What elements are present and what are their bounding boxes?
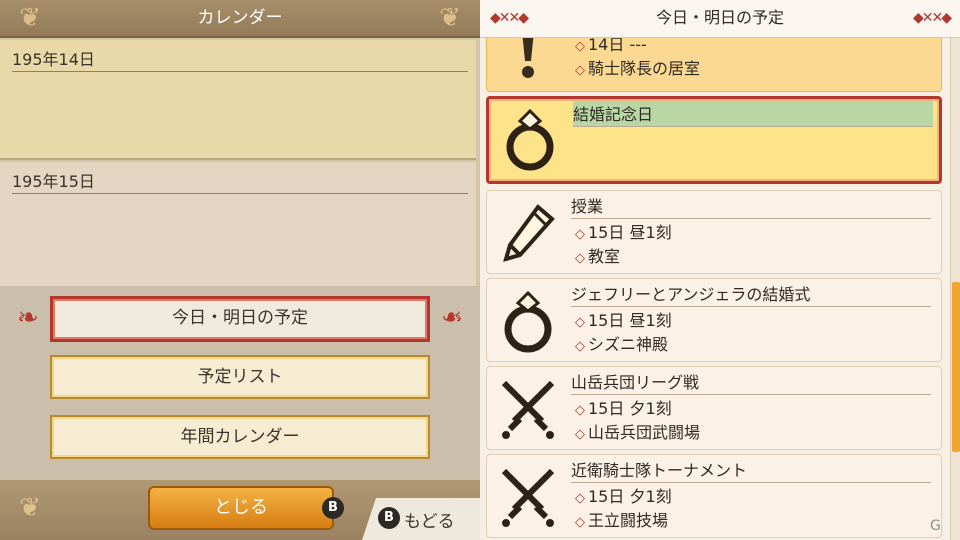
ornament-icon: ❦ [439, 3, 461, 33]
menu-schedule-list-button[interactable]: 予定リスト [50, 355, 430, 399]
list-item[interactable]: ◇ 14日 --- ◇ 騎士隊長の居室 [486, 38, 942, 92]
list-item[interactable]: 山岳兵団リーグ戦 ◇ 15日 夕1刻 ◇ 山岳兵団武闘場 [486, 366, 942, 450]
b-button-icon: B [378, 507, 400, 529]
close-button[interactable]: とじる [148, 486, 334, 530]
ornament-icon: ◆✕✕◆ [913, 10, 952, 26]
event-line: ◇ 15日 昼1刻 [575, 223, 672, 242]
event-title: 近衛騎士隊トーナメント [571, 457, 931, 483]
event-line: ◇ シズニ神殿 [575, 335, 669, 354]
event-line: ◇ 15日 夕1刻 [575, 487, 672, 506]
event-title: ジェフリーとアンジェラの結婚式 [571, 281, 931, 307]
flourish-icon: ❧ [17, 303, 39, 333]
list-item[interactable]: 近衛騎士隊トーナメント ◇ 15日 夕1刻 ◇ 王立闘技場 [486, 454, 942, 538]
event-line: ◇ 14日 --- [575, 38, 647, 54]
ring-icon [495, 287, 561, 357]
event-line: ◇ 王立闘技場 [575, 511, 669, 530]
day-date: 195年14日 [12, 46, 468, 72]
day-date: 195年15日 [12, 168, 468, 194]
event-line: ◇ 山岳兵団武闘場 [575, 423, 701, 442]
menu-annual-calendar-button[interactable]: 年間カレンダー [50, 415, 430, 459]
day-block-today: 195年14日 [0, 40, 476, 160]
menu-label: 今日・明日の予定 [172, 308, 308, 328]
ornament-icon: ◆✕✕◆ [490, 10, 529, 26]
event-title: 結婚記念日 [573, 101, 933, 127]
calendar-header: カレンダー [0, 0, 480, 38]
event-title: 授業 [571, 193, 931, 219]
crossed-swords-icon [495, 463, 561, 533]
list-item[interactable]: 結婚記念日 [486, 96, 942, 184]
list-item[interactable]: ジェフリーとアンジェラの結婚式 ◇ 15日 昼1刻 ◇ シズニ神殿 [486, 278, 942, 362]
scrollbar-thumb[interactable] [952, 282, 960, 452]
close-label: とじる [214, 497, 268, 518]
schedule-title: 今日・明日の予定 [655, 8, 784, 27]
day-block-tomorrow: 195年15日 [0, 162, 476, 286]
flourish-icon: ❧ [441, 303, 463, 333]
event-line: ◇ 騎士隊長の居室 [575, 59, 701, 78]
event-title: 山岳兵団リーグ戦 [571, 369, 931, 395]
ring-icon [497, 105, 563, 175]
back-label[interactable]: もどる [404, 507, 455, 532]
exclamation-icon [495, 38, 561, 81]
menu-today-tomorrow-button[interactable]: 今日・明日の予定 [50, 296, 430, 342]
calendar-title: カレンダー [197, 8, 283, 28]
list-item[interactable]: 授業 ◇ 15日 昼1刻 ◇ 教室 [486, 190, 942, 274]
event-line: ◇ 15日 夕1刻 [575, 399, 672, 418]
ornament-icon: ❦ [19, 493, 41, 523]
crossed-swords-icon [495, 375, 561, 445]
b-button-icon: B [322, 497, 344, 519]
schedule-panel: ◆✕✕◆ 今日・明日の予定 ◆✕✕◆ ◇ 14日 --- ◇ 騎士隊長の居室 結婚記… [480, 0, 960, 540]
event-line: ◇ 教室 [575, 247, 621, 266]
watermark-logo: G [930, 518, 941, 534]
pencil-icon [495, 199, 561, 269]
event-line: ◇ 15日 昼1刻 [575, 311, 672, 330]
schedule-header: ◆✕✕◆ 今日・明日の予定 ◆✕✕◆ [480, 0, 960, 38]
menu-label: 年間カレンダー [180, 427, 300, 447]
ornament-icon: ❦ [19, 3, 41, 33]
event-list: ◇ 14日 --- ◇ 騎士隊長の居室 結婚記念日 授業 ◇ 15日 昼1刻 ◇ 教室 … [480, 38, 950, 540]
calendar-panel: カレンダー ❦ ❦ 195年14日 195年15日 ❧ ❧ 今日・明日の予定 予… [0, 0, 480, 540]
menu-label: 予定リスト [197, 367, 283, 387]
scrollbar[interactable] [950, 38, 960, 540]
